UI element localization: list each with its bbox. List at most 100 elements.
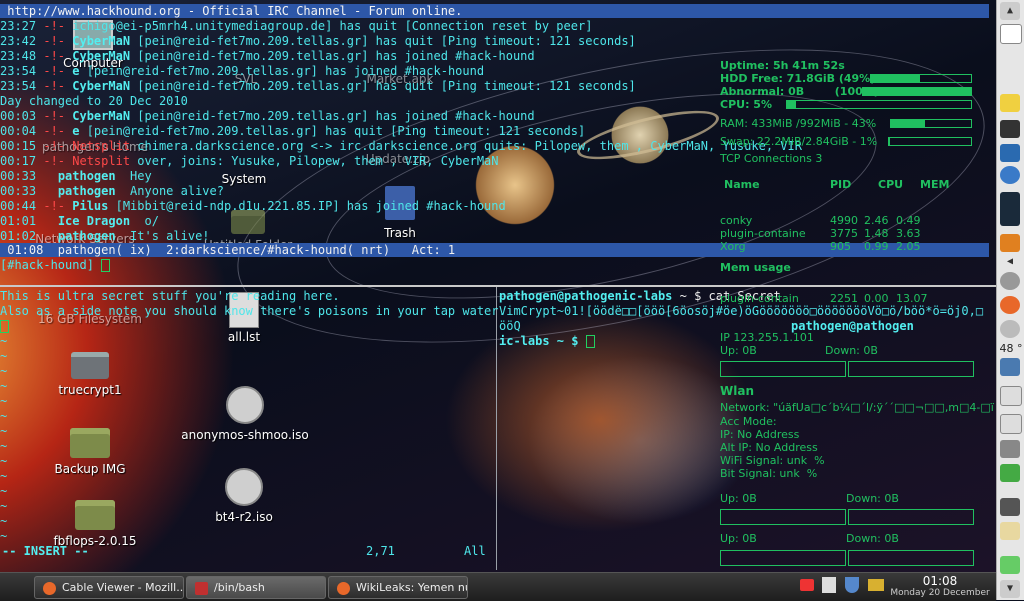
thunderbird-icon[interactable] (1000, 166, 1020, 184)
icon-label: System (221, 172, 267, 186)
irc-nick[interactable]: Netsplit (72, 139, 130, 153)
vim-tilde-line: ~ (0, 514, 8, 528)
irc-timestamp: 00:04 (0, 124, 37, 138)
irc-nick[interactable]: CyberMaN (72, 49, 130, 63)
vim-line-1: This is ultra secret stuff you're readin… (0, 289, 340, 303)
lock-icon[interactable] (1000, 498, 1020, 516)
conky-network: Network: "úäfUa□c´b¼□´l/:ÿ´´□□¬□□,m□4-□ï (720, 401, 994, 414)
monitor-graph-icon[interactable] (1000, 464, 1020, 482)
drive-icon[interactable] (1000, 414, 1022, 434)
system-monitor-icon[interactable] (1000, 144, 1020, 162)
conky-acc-mode: Acc Mode: (720, 415, 777, 428)
scroll-down-icon[interactable]: ▼ (1000, 580, 1020, 598)
irc-message-line: 00:03 -!- CyberMaN [pein@reid-fet7mo.209… (0, 109, 535, 124)
ram-bar (890, 119, 972, 128)
irc-message-line: 23:54 -!- e [pein@reid-fet7mo.209.tellas… (0, 64, 484, 79)
irc-message-text: [pein@reid-fet7mo.209.tellas.gr] has joi… (130, 109, 535, 123)
irc-nick[interactable]: pathogen (58, 184, 116, 198)
irc-message-text: [pein@reid-fet7mo.209.tellas.gr] has qui… (130, 79, 636, 93)
clipboard-icon[interactable] (1000, 522, 1020, 540)
irc-nick[interactable]: pathogen (58, 229, 116, 243)
text-cursor (585, 335, 595, 348)
android-icon[interactable] (1000, 556, 1020, 574)
vim-tilde-line: ~ (0, 499, 8, 513)
irc-message-text: Anyone alive? (115, 184, 224, 198)
mail-icon[interactable] (800, 579, 814, 591)
shield-icon[interactable] (845, 577, 859, 593)
settings-gear-icon[interactable] (1000, 272, 1020, 290)
printer-icon[interactable] (1000, 440, 1020, 458)
vim-tilde-line: ~ (0, 394, 8, 408)
cpu-graph-icon (1000, 192, 1020, 226)
conky-up-3: Up: 0B (720, 532, 757, 545)
clock[interactable]: 01:08 Monday 20 December (890, 575, 990, 599)
power-icon[interactable] (1000, 234, 1020, 252)
conky-hdd: HDD Free: 71.8GiB (49%) (720, 72, 876, 85)
vim-tilde-line: ~ (0, 454, 8, 468)
display-icon[interactable] (1000, 358, 1020, 376)
vim-tilde-line: ~ (0, 334, 8, 348)
irc-message-line: 00:33 pathogen Hey (0, 169, 152, 184)
folder-icon[interactable] (868, 579, 884, 591)
irc-nick[interactable]: CyberMaN (72, 109, 130, 123)
conky-ram: RAM: 433MiB /992MiB - 43% (720, 117, 877, 130)
irc-nick[interactable]: Pilus (72, 199, 108, 213)
irc-input-line[interactable]: [#hack-hound] (0, 258, 111, 273)
drive-icon (71, 352, 109, 379)
irc-nick[interactable]: CyberMaN (72, 34, 130, 48)
workspace-icon[interactable] (1000, 24, 1022, 44)
ram-bar-fill (891, 120, 926, 127)
process-cell: 1.48 (864, 227, 889, 240)
irc-timestamp: 00:33 (0, 184, 37, 198)
drive-icon[interactable] (1000, 386, 1022, 406)
desktop-icon-bt4-iso[interactable]: bt4-r2.iso (204, 468, 284, 524)
irc-channel-prompt: [#hack-hound] (0, 258, 102, 272)
folder-icon (75, 500, 115, 530)
desktop-icon-backup[interactable]: Backup IMG (48, 428, 132, 476)
irc-prefix: -!- (36, 19, 73, 33)
notes-icon[interactable] (1000, 94, 1020, 112)
task-bash[interactable]: /bin/bash (186, 576, 326, 599)
desktop-icon-anonymos-iso[interactable]: anonymos-shmoo.iso (180, 386, 310, 442)
irc-nick[interactable]: pathogen (58, 169, 116, 183)
abnormal-bar (862, 87, 972, 96)
irc-message-text: Hey (115, 169, 152, 183)
vim-tilde-line: ~ (0, 439, 8, 453)
icon-label: Trash (384, 226, 416, 240)
irc-timestamp: 23:27 (0, 19, 37, 33)
irc-prefix (36, 169, 58, 183)
irc-nick[interactable]: Netsplit (72, 154, 130, 168)
irc-message-line: 00:15 -!- Netsplit chimera.darkscience.o… (0, 139, 802, 154)
process-cell: 3775 (830, 227, 858, 240)
irc-nick[interactable]: CyberMaN (72, 79, 130, 93)
icon-label: all.lst (227, 330, 261, 344)
irc-prefix: -!- (36, 139, 73, 153)
irc-prefix: -!- (36, 79, 73, 93)
disc-icon[interactable] (1000, 320, 1020, 338)
irc-timestamp: 00:15 (0, 139, 37, 153)
irc-topic-bar: http://www.hackhound.org - Official IRC … (0, 4, 989, 18)
terminal-icon[interactable] (1000, 120, 1020, 138)
mem-proc-mem: 13.07 (896, 292, 928, 305)
irc-nick[interactable]: Ice Dragon (58, 214, 130, 228)
tmux-vertical-divider (496, 287, 497, 570)
clipboard-icon[interactable] (822, 577, 836, 593)
firefox-icon[interactable] (1000, 296, 1020, 314)
task-cable-viewer[interactable]: Cable Viewer - Mozill... (34, 576, 184, 599)
desktop-icon-fbflops[interactable]: fbflops-2.0.15 (40, 500, 150, 548)
irc-prefix (36, 229, 58, 243)
irc-prefix: -!- (36, 109, 73, 123)
task-wikileaks[interactable]: WikiLeaks: Yemen nu... (328, 576, 468, 599)
conky-ip: IP 123.255.1.101 (720, 331, 814, 344)
scroll-up-icon[interactable]: ▲ (1000, 2, 1020, 20)
conky-uptime: Uptime: 5h 41m 52s (720, 59, 845, 72)
taskbar: Cable Viewer - Mozill... /bin/bash WikiL… (0, 572, 996, 601)
irc-message-line: 23:54 -!- CyberMaN [pein@reid-fet7mo.209… (0, 79, 636, 94)
up-graph-1 (720, 361, 846, 377)
firefox-icon (43, 581, 56, 595)
vim-cursor-line (0, 319, 9, 334)
mem-proc-pid: 2251 (830, 292, 858, 305)
desktop-icon-truecrypt[interactable]: truecrypt1 (50, 352, 130, 397)
vim-cursor-position: 2,71 (366, 544, 395, 558)
irc-message-line: 23:48 -!- CyberMaN [pein@reid-fet7mo.209… (0, 49, 535, 64)
